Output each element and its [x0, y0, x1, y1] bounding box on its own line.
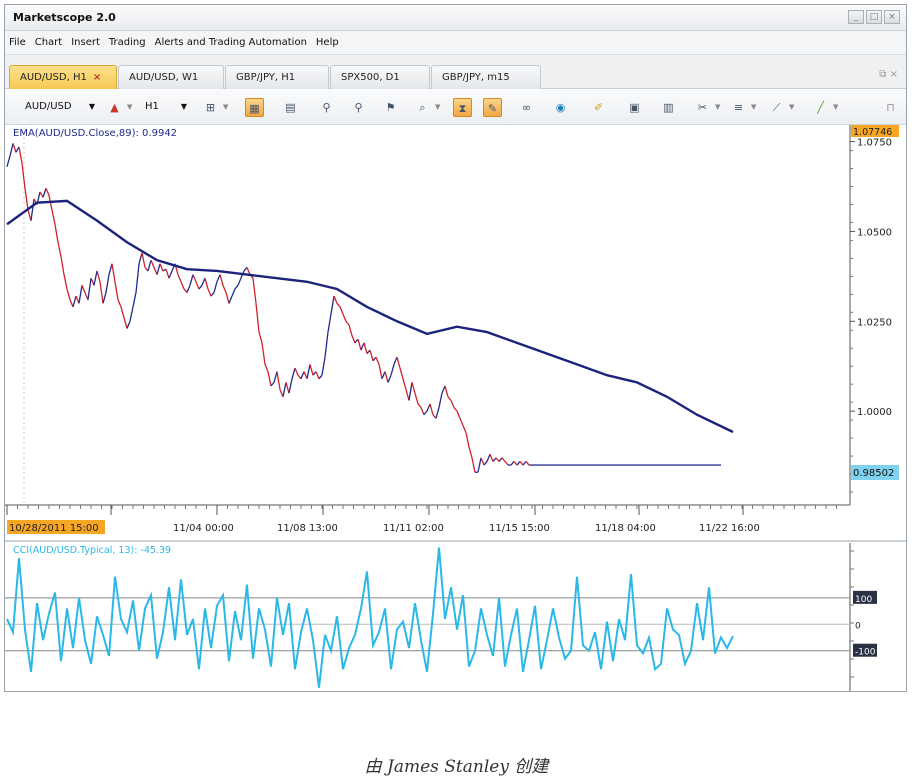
- cci-panel[interactable]: CCI(AUD/USD.Typical, 13): -45.39 100 0 -10…: [5, 540, 907, 692]
- chevron-down-icon[interactable]: ▼: [127, 103, 132, 111]
- tab-label: AUD/USD, W1: [129, 72, 199, 83]
- lines-icon[interactable]: ≡: [729, 98, 748, 117]
- x-tick-label: 11/08 13:00: [277, 523, 338, 534]
- y-tick-label: 1.0750: [857, 138, 892, 149]
- pencil-icon[interactable]: ✐: [589, 98, 608, 117]
- marketscope-window: Marketscope 2.0 _ □ × File Chart Insert …: [4, 4, 907, 692]
- menu-alerts[interactable]: Alerts and Trading Automation: [155, 37, 307, 48]
- pin-icon[interactable]: ⊓: [881, 98, 900, 117]
- instrument-select[interactable]: AUD/USD ▼: [25, 97, 97, 117]
- restore-window-icon[interactable]: ⧉ ×: [879, 69, 898, 80]
- top-label-text: 1.07746: [853, 127, 892, 138]
- menu-file[interactable]: File: [9, 37, 26, 48]
- x-tick-label: 11/04 00:00: [173, 523, 234, 534]
- minimize-button[interactable]: _: [848, 10, 864, 24]
- chevron-down-icon[interactable]: ▼: [715, 103, 720, 111]
- signal-icon[interactable]: ⚑: [381, 98, 400, 117]
- price-panel-icon[interactable]: ▦: [245, 98, 264, 117]
- chart-style-icon[interactable]: ⊞: [201, 98, 220, 117]
- time-axis: 10/28/2011 15:00 11/04 00:00 11/08 13:00…: [5, 504, 850, 534]
- hourglass-icon[interactable]: ⧗: [453, 98, 472, 117]
- add-indicator-icon[interactable]: ⚲: [317, 98, 336, 117]
- x-tick-label: 11/15 15:00: [489, 523, 550, 534]
- close-tab-icon[interactable]: ×: [93, 72, 101, 83]
- app-title: Marketscope 2.0: [13, 11, 116, 24]
- chevron-down-icon[interactable]: ▼: [435, 103, 440, 111]
- chevron-down-icon[interactable]: ▼: [789, 103, 794, 111]
- tab-label: AUD/USD, H1: [20, 72, 87, 83]
- indicator-panel-icon[interactable]: ▤: [281, 98, 300, 117]
- x-tick-label: 11/18 04:00: [595, 523, 656, 534]
- note-icon[interactable]: ✎: [483, 98, 502, 117]
- x-tick-label: 10/28/2011 15:00: [9, 523, 99, 534]
- chart-tabs: AUD/USD, H1 × AUD/USD, W1 GBP/JPY, H1 SPX…: [5, 55, 906, 89]
- fan-icon[interactable]: ⟋: [767, 98, 786, 117]
- cci-level-label: 0: [855, 621, 861, 631]
- window-controls: _ □ ×: [848, 10, 900, 24]
- candle-type-icon[interactable]: ▲: [105, 98, 124, 117]
- current-price-text: 0.98502: [853, 468, 894, 479]
- title-bar: Marketscope 2.0 _ □ ×: [5, 5, 906, 31]
- chart-svg[interactable]: EMA(AUD/USD.Close,89): 0.9942 1.0750 1.05…: [5, 125, 907, 692]
- chevron-down-icon: ▼: [180, 102, 187, 111]
- tab-gbpjpy-h1[interactable]: GBP/JPY, H1: [225, 65, 329, 89]
- menu-bar: File Chart Insert Trading Alerts and Tra…: [5, 31, 906, 55]
- chevron-down-icon[interactable]: ▼: [223, 103, 228, 111]
- y-tick-label: 1.0500: [857, 227, 892, 238]
- menu-insert[interactable]: Insert: [71, 37, 100, 48]
- tab-label: GBP/JPY, H1: [236, 72, 296, 83]
- cci-line: [6, 547, 734, 688]
- x-tick-label: 11/11 02:00: [383, 523, 444, 534]
- menu-help[interactable]: Help: [316, 37, 339, 48]
- close-button[interactable]: ×: [884, 10, 900, 24]
- caption: 由 James Stanley 创建: [364, 757, 549, 777]
- y-tick-label: 1.0000: [857, 407, 892, 418]
- tab-label: GBP/JPY, m15: [442, 72, 510, 83]
- top-label: 1.07746: [851, 125, 899, 138]
- remove-indicator-icon[interactable]: ⚲: [349, 98, 368, 117]
- instrument-value: AUD/USD: [25, 101, 72, 112]
- chevron-down-icon[interactable]: ▼: [751, 103, 756, 111]
- timeframe-value: H1: [145, 101, 159, 112]
- current-price-label: 0.98502: [851, 465, 899, 480]
- zoom-icon[interactable]: ⌕: [413, 98, 432, 117]
- chevron-down-icon[interactable]: ▼: [833, 103, 838, 111]
- chart-area[interactable]: EMA(AUD/USD.Close,89): 0.9942 1.0750 1.05…: [5, 125, 907, 692]
- tab-audusd-w1[interactable]: AUD/USD, W1: [118, 65, 224, 89]
- menu-trading[interactable]: Trading: [109, 37, 146, 48]
- layout-icon[interactable]: ▥: [659, 98, 678, 117]
- maximize-button[interactable]: □: [866, 10, 882, 24]
- tools-icon[interactable]: ✂: [693, 98, 712, 117]
- y-tick-label: 1.0250: [857, 317, 892, 328]
- cci-level-label: 100: [855, 595, 872, 605]
- price-panel[interactable]: EMA(AUD/USD.Close,89): 0.9942 1.0750 1.05…: [5, 125, 899, 505]
- tab-spx500-d1[interactable]: SPX500, D1: [330, 65, 430, 89]
- trendline-icon[interactable]: ╱: [811, 98, 830, 117]
- tab-gbpjpy-m15[interactable]: GBP/JPY, m15: [431, 65, 541, 89]
- ema-legend: EMA(AUD/USD.Close,89): 0.9942: [13, 128, 177, 139]
- globe-icon[interactable]: ◉: [551, 98, 570, 117]
- menu-chart[interactable]: Chart: [35, 37, 62, 48]
- cci-level-label: -100: [855, 648, 876, 658]
- cci-legend: CCI(AUD/USD.Typical, 13): -45.39: [13, 545, 171, 556]
- tab-audusd-h1[interactable]: AUD/USD, H1 ×: [9, 65, 117, 89]
- timeframe-select[interactable]: H1 ▼: [145, 97, 189, 117]
- chevron-down-icon: ▼: [88, 102, 95, 111]
- tab-label: SPX500, D1: [341, 72, 400, 83]
- x-tick-label: 11/22 16:00: [699, 523, 760, 534]
- link-icon[interactable]: ∞: [517, 98, 536, 117]
- image-icon[interactable]: ▣: [625, 98, 644, 117]
- chart-toolbar: AUD/USD ▼ ▲ ▼ H1 ▼ ⊞ ▼ ▦ ▤ ⚲ ⚲ ⚑ ⌕ ▼ ⧗ ✎…: [5, 89, 906, 125]
